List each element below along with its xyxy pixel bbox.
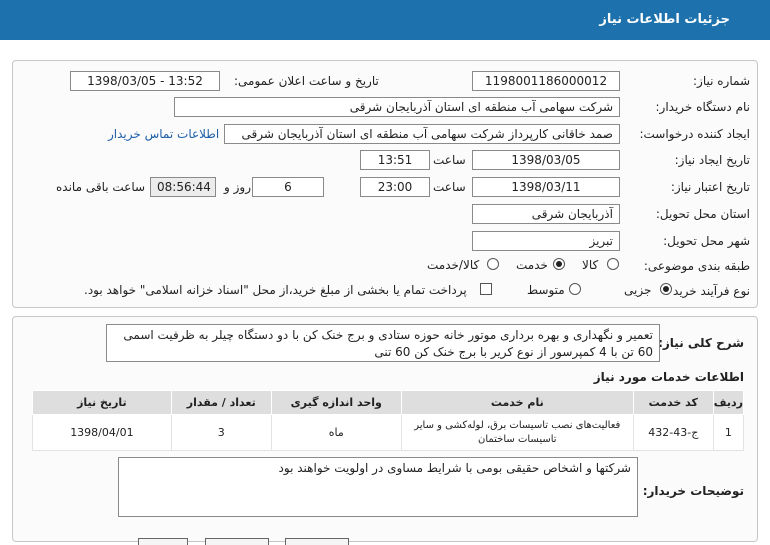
validity-date-field: 1398/03/11 [472,177,620,197]
services-table: ردیف کد خدمت نام خدمت واحد اندازه گیری ت… [32,390,745,451]
province-field: آذربایجان شرقی [472,204,620,224]
purchase-minor-label: جزیی [624,283,652,297]
cell-service-code: ج-43-432 [632,414,714,451]
announce-label: تاریخ و ساعت اعلان عمومی: [234,74,379,88]
category-service-radio[interactable] [553,258,565,270]
announce-datetime-field: 1398/03/05 - 13:52 [70,71,220,91]
summary-text: تعمیر و نگهداری و بهره برداری موتور خانه… [106,324,660,362]
create-time-field: 13:51 [360,150,430,170]
bottom-button-2[interactable] [205,538,269,545]
buyer-org-field: شرکت سهامی آب منطقه ای استان آذربایجان ش… [174,97,620,117]
col-need-date: تاریخ نیاز [32,390,172,415]
create-date-field: 1398/03/05 [472,150,620,170]
buyer-notes-label: توضیحات خریدار: [642,484,744,498]
cell-row-number: 1 [712,414,745,451]
cell-need-date: 1398/04/01 [32,414,172,451]
col-service-name: نام خدمت [400,390,634,415]
create-time-label: ساعت [433,153,466,167]
category-goods-service-label: کالا/خدمت [427,258,480,272]
cell-quantity: 3 [170,414,272,451]
category-service-label: خدمت [516,258,548,272]
remaining-days-field: 6 [252,177,324,197]
col-row-number: ردیف [712,390,745,415]
need-number-field: 1198001186000012 [472,71,620,91]
treasury-payment-note: پرداخت تمام یا بخشی از مبلغ خرید،از محل … [84,283,467,297]
province-label: استان محل تحویل: [655,207,750,221]
need-number-label: شماره نیاز: [693,74,750,88]
treasury-payment-checkbox[interactable] [480,283,492,295]
services-table-wrap: ردیف کد خدمت نام خدمت واحد اندازه گیری ت… [32,390,745,451]
col-quantity: تعداد / مقدار [170,390,272,415]
col-service-code: کد خدمت [632,390,714,415]
remaining-time-field: 08:56:44 [150,177,216,197]
city-field: تبریز [472,231,620,251]
category-label: طبقه بندی موضوعی: [643,259,750,273]
validity-time-label: ساعت [433,180,466,194]
cell-service-name: فعالیت‌های نصب تاسیسات برق، لوله‌کشی و س… [400,414,634,451]
services-header-row: ردیف کد خدمت نام خدمت واحد اندازه گیری ت… [32,390,745,415]
category-goods-label: کالا [582,258,599,272]
requester-label: ایجاد کننده درخواست: [639,127,750,141]
purchase-minor-radio[interactable] [660,283,672,295]
validity-time-field: 23:00 [360,177,430,197]
purchase-medium-label: متوسط [527,283,565,297]
table-row: 1 ج-43-432 فعالیت‌های نصب تاسیسات برق، ل… [32,414,745,451]
purchase-medium-radio[interactable] [569,283,581,295]
col-unit: واحد اندازه گیری [270,390,402,415]
remaining-label: ساعت باقی مانده [56,180,146,194]
services-title: اطلاعات خدمات مورد نیاز [593,370,744,384]
category-goods-service-radio[interactable] [487,258,499,270]
bottom-button-3[interactable] [285,538,349,545]
purchase-type-label: نوع فرآیند خرید : [665,284,750,298]
buyer-contact-link[interactable]: اطلاعات تماس خریدار [108,127,219,141]
days-label: روز و [224,180,251,194]
requester-field: صمد خاقانی کارپرداز شرکت سهامی آب منطقه … [224,124,620,144]
validity-date-label: تاریخ اعتبار نیاز: [670,180,750,194]
category-goods-radio[interactable] [607,258,619,270]
create-date-label: تاریخ ایجاد نیاز: [674,153,750,167]
bottom-button-1[interactable] [138,538,188,545]
city-label: شهر محل تحویل: [663,234,750,248]
page-title: جزئیات اطلاعات نیاز [599,12,730,27]
summary-label: شرح کلی نیاز: [658,336,744,350]
buyer-notes-text: شرکتها و اشخاص حقیقی بومی با شرایط مساوی… [118,457,638,517]
cell-unit: ماه [270,414,402,451]
buyer-org-label: نام دستگاه خریدار: [655,100,751,114]
